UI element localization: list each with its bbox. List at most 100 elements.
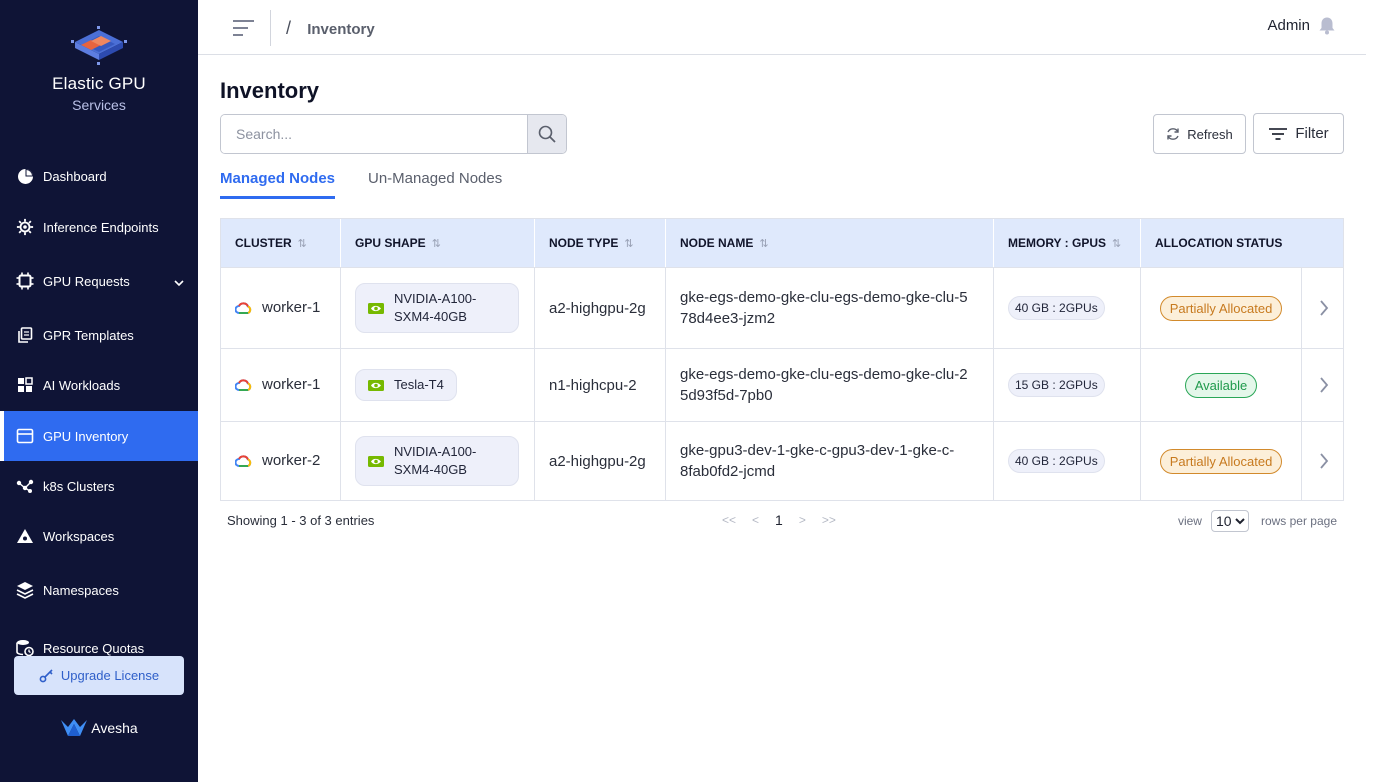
column-header-gpu-shape[interactable]: GPU SHAPE ⇅ [341,219,535,267]
breadcrumb-separator: / [286,18,292,38]
sidebar-item-label: Workspaces [43,528,115,544]
next-page-button[interactable]: > [799,513,806,527]
memory-gpus-cell: 40 GB : 2GPUs [994,268,1141,348]
nvidia-icon [368,379,384,391]
rows-per-page-select[interactable]: 10 [1210,510,1249,532]
gear-network-icon [16,218,34,236]
row-expand-button[interactable] [1302,422,1345,500]
node-name-cell: gke-egs-demo-gke-clu-egs-demo-gke-clu-25… [666,349,994,421]
node-name-cell: gke-gpu3-dev-1-gke-c-gpu3-dev-1-gke-c-8f… [666,422,994,500]
google-cloud-icon [235,455,252,467]
column-label: ALLOCATION STATUS [1155,236,1283,250]
rows-per-page: view 10 rows per page [1178,510,1337,532]
gpu-shape-label: NVIDIA-A100-SXM4-40GB [394,444,477,477]
layers-icon [16,581,34,599]
node-type: a2-highgpu-2g [549,452,646,470]
bell-icon[interactable] [1318,16,1336,35]
current-page[interactable]: 1 [775,512,783,528]
cluster-cell: worker-1 [221,349,341,421]
sidebar-item-namespaces[interactable]: Namespaces [0,565,198,615]
sidebar-item-label: Dashboard [43,168,107,184]
breadcrumb-current[interactable]: Inventory [307,21,375,38]
status-badge: Partially Allocated [1159,295,1283,321]
memory-gpus-chip: 15 GB : 2GPUs [1008,373,1105,397]
table-row[interactable]: worker-2 NVIDIA-A100-SXM4-40GB a2-highgp… [221,421,1343,500]
brand-logo[interactable]: Elastic GPU Services [0,24,198,113]
sort-icon[interactable]: ⇅ [624,237,633,250]
sidebar-item-dashboard[interactable]: Dashboard [0,151,198,201]
sort-icon[interactable]: ⇅ [432,237,441,250]
sort-icon[interactable]: ⇅ [759,237,768,250]
page-title: Inventory [220,78,320,103]
tab-unmanaged-nodes[interactable]: Un-Managed Nodes [368,170,502,187]
search-icon [538,125,556,143]
google-cloud-icon [235,379,252,391]
key-icon [39,669,53,683]
node-type: a2-highgpu-2g [549,299,646,317]
column-header-node-type[interactable]: NODE TYPE ⇅ [535,219,666,267]
filter-label: Filter [1295,125,1329,142]
row-expand-button[interactable] [1302,268,1345,348]
header-divider [270,10,271,46]
sidebar-item-label: GPR Templates [43,327,134,343]
row-expand-button[interactable] [1302,349,1345,421]
node-name: gke-egs-demo-gke-clu-egs-demo-gke-clu-25… [680,366,968,404]
refresh-button[interactable]: Refresh [1153,114,1246,154]
search-input[interactable] [221,115,528,153]
top-header: / Inventory Admin [198,0,1366,55]
sidebar-item-workspaces[interactable]: Workspaces [0,511,198,561]
sort-icon[interactable]: ⇅ [1112,237,1121,250]
rows-per-page-label: rows per page [1260,514,1337,528]
sidebar-item-label: GPU Requests [43,273,130,289]
table-header: CLUSTER ⇅ GPU SHAPE ⇅ NODE TYPE ⇅ NODE N… [221,219,1343,267]
brand-name: Elastic GPU [52,74,146,93]
sidebar-item-k8s-clusters[interactable]: k8s Clusters [0,461,198,511]
prev-page-button[interactable]: < [752,513,759,527]
status-badge: Available [1184,372,1258,398]
table-row[interactable]: worker-1 Tesla-T4 n1-highcpu-2 gke-egs-d… [221,348,1343,421]
upgrade-license-button[interactable]: Upgrade License [14,656,184,695]
avesha-logo: Avesha [0,718,198,738]
first-page-button[interactable]: << [722,513,736,527]
sidebar-item-inference-endpoints[interactable]: Inference Endpoints [0,202,198,252]
upgrade-license-label: Upgrade License [60,668,160,683]
node-name: gke-egs-demo-gke-clu-egs-demo-gke-clu-57… [680,289,968,327]
chevron-right-icon [1319,377,1328,393]
sort-icon[interactable]: ⇅ [298,237,307,250]
refresh-icon [1167,128,1179,140]
sidebar-item-gpu-inventory[interactable]: GPU Inventory [0,411,198,461]
node-name: gke-gpu3-dev-1-gke-c-gpu3-dev-1-gke-c-8f… [680,442,955,480]
grid-icon [16,376,34,394]
search-button[interactable] [527,115,566,153]
database-clock-icon [16,639,34,657]
chevron-down-icon[interactable] [174,275,184,290]
crown-logo-icon [61,719,88,736]
chip-icon [16,272,34,290]
column-header-cluster[interactable]: CLUSTER ⇅ [221,219,341,267]
last-page-button[interactable]: >> [822,513,836,527]
refresh-label: Refresh [1187,126,1233,142]
menu-toggle-button[interactable] [232,18,256,38]
gpu-shape-cell: Tesla-T4 [341,349,535,421]
column-header-node-name[interactable]: NODE NAME ⇅ [666,219,994,267]
cluster-cell: worker-2 [221,422,341,500]
tab-managed-nodes[interactable]: Managed Nodes [220,170,336,199]
column-label: MEMORY : GPUS [1008,236,1107,250]
copy-icon [16,326,34,344]
allocation-status-cell: Available [1141,349,1302,421]
sidebar-item-gpu-requests[interactable]: GPU Requests [0,256,198,306]
memory-gpus-cell: 40 GB : 2GPUs [994,422,1141,500]
gpu-shape-cell: NVIDIA-A100-SXM4-40GB [341,268,535,348]
column-header-memory-gpus[interactable]: MEMORY : GPUS ⇅ [994,219,1141,267]
sidebar-item-ai-workloads[interactable]: AI Workloads [0,360,198,410]
app-root: Elastic GPU Services Dashboard Inference… [0,0,1398,782]
allocation-status-cell: Partially Allocated [1141,268,1302,348]
chevron-right-icon [1319,453,1328,469]
filter-button[interactable]: Filter [1253,113,1344,154]
nvidia-icon [368,302,384,314]
sidebar-item-gpr-templates[interactable]: GPR Templates [0,310,198,360]
pie-chart-icon [16,167,34,185]
table-row[interactable]: worker-1 NVIDIA-A100-SXM4-40GB a2-highgp… [221,267,1343,348]
user-menu[interactable]: Admin [1267,16,1336,35]
sidebar-item-label: Resource Quotas [43,640,145,656]
